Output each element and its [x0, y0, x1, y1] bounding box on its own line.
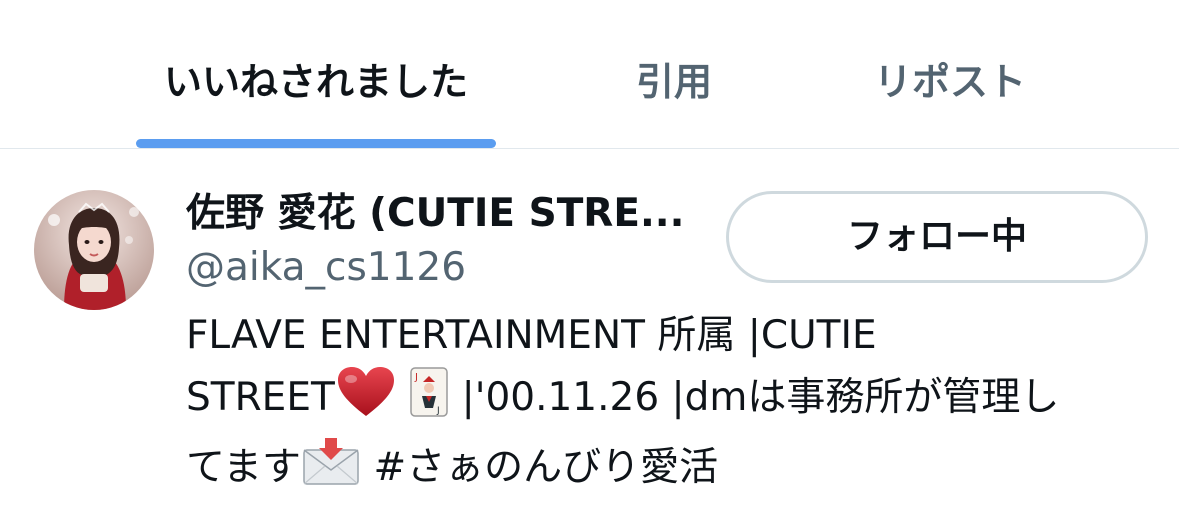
bio-text: STREET [186, 375, 335, 420]
following-button[interactable]: フォロー中 [726, 191, 1148, 283]
svg-text:J: J [436, 406, 440, 416]
tab-bar: いいねされました 引用 リポスト [0, 0, 1179, 149]
bio-line-1: FLAVE ENTERTAINMENT 所属 |CUTIE [186, 306, 1126, 366]
heart-emoji-icon [335, 366, 397, 436]
active-tab-indicator [136, 139, 496, 148]
bio-text: |'00.11.26 |dmは事務所が管理し [449, 375, 1060, 420]
envelope-arrow-emoji-icon [301, 436, 361, 506]
tab-reposts[interactable]: リポスト [838, 52, 1062, 112]
avatar[interactable] [34, 190, 154, 310]
user-bio: FLAVE ENTERTAINMENT 所属 |CUTIE STREET JJ … [186, 306, 1126, 506]
bio-text: てます [186, 445, 302, 490]
hashtag-link[interactable]: #さぁのんびり愛活 [361, 445, 718, 490]
tab-quotes[interactable]: 引用 [594, 52, 754, 112]
svg-text:J: J [414, 372, 418, 383]
tab-liked[interactable]: いいねされました [136, 52, 496, 112]
display-name[interactable]: 佐野 愛花 (CUTIE STRE... [186, 186, 706, 242]
joker-card-emoji-icon: JJ [409, 366, 449, 436]
user-handle[interactable]: @aika_cs1126 [186, 240, 466, 296]
bio-text: FLAVE ENTERTAINMENT 所属 |CUTIE [186, 313, 877, 358]
bio-line-2: STREET JJ |'00.11.26 |dmは事務所が管理し [186, 366, 1126, 436]
bio-line-3: てます #さぁのんびり愛活 [186, 436, 1126, 506]
avatar-image [34, 190, 154, 310]
